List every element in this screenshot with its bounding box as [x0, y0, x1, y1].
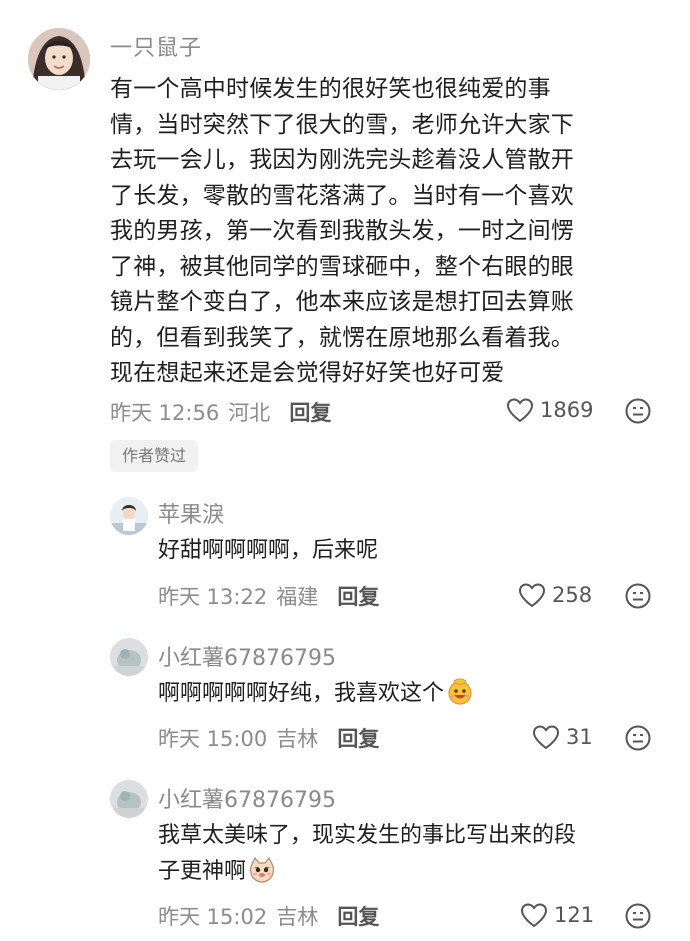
comment-line: 有一个高中时候发生的很好笑也很纯爱的事: [110, 76, 551, 102]
timestamp: 昨天 15:02: [158, 905, 268, 929]
comment-line: 去玩一会儿，我因为刚洗完头趁着没人管散开: [110, 147, 574, 173]
emoji-reaction-icon[interactable]: [624, 724, 652, 752]
location: 福建: [276, 585, 319, 609]
heart-icon: [518, 582, 546, 608]
avatar[interactable]: [28, 28, 90, 90]
reply-button[interactable]: 回复: [289, 401, 331, 425]
author-liked-badge: 作者赞过: [110, 440, 199, 472]
reply-button[interactable]: 回复: [337, 727, 379, 751]
like-count: 258: [552, 583, 593, 607]
reply-line: 啊啊啊啊啊好纯，我喜欢这个: [158, 676, 668, 712]
comment-line: 了长发，零散的雪花落满了。当时有一个喜欢: [110, 182, 574, 209]
reply-meta: 昨天 15:02 吉林 回复: [158, 901, 379, 931]
grinning-face-emoji: [446, 678, 474, 706]
avatar[interactable]: [110, 497, 148, 535]
timestamp: 昨天 12:56: [110, 401, 220, 425]
comment-line: 镜片整个变白了，他本来应该是想打回去算账: [110, 289, 574, 315]
reply-text: 好甜啊啊啊啊，后来呢: [158, 533, 668, 569]
like-button[interactable]: 1869: [506, 397, 593, 423]
reply-text: 我草太美味了，现实发生的事比写出来的段 子更神啊: [158, 818, 668, 890]
like-count: 1869: [540, 398, 594, 422]
reply-line: 好甜啊啊啊啊，后来呢: [158, 538, 379, 563]
heart-icon: [532, 724, 560, 750]
comment-line: 了神，被其他同学的雪球砸中，整个右眼的眼: [110, 253, 574, 280]
heart-icon: [506, 397, 534, 423]
avatar-photo: [110, 638, 148, 676]
comment-line: 我的男孩，第一次看到我散头发，一时之间愣: [110, 218, 574, 244]
reply-button[interactable]: 回复: [337, 585, 379, 609]
avatar-photo: [28, 28, 90, 90]
like-count: 121: [554, 903, 595, 927]
comment-line: 现在想起来还是会觉得好好笑也好可爱: [110, 360, 505, 386]
timestamp: 昨天 15:00: [158, 727, 268, 751]
location: 河北: [228, 401, 271, 425]
username[interactable]: 小红薯67876795: [158, 640, 336, 672]
comment-text: 有一个高中时候发生的很好笑也很纯爱的事 情，当时突然下了很大的雪，老师允许大家下…: [110, 72, 670, 392]
like-button[interactable]: 31: [532, 724, 593, 750]
location: 吉林: [276, 905, 319, 929]
location: 吉林: [276, 727, 319, 751]
avatar[interactable]: [110, 638, 148, 676]
reply-line: 我草太美味了，现实发生的事比写出来的段: [158, 823, 577, 848]
like-button[interactable]: 258: [518, 582, 592, 608]
comment-meta: 昨天 12:56 河北 回复: [110, 397, 331, 427]
username[interactable]: 一只鼠子: [110, 30, 202, 62]
reply-line: 子更神啊: [158, 854, 668, 890]
comment-line: 情，当时突然下了很大的雪，老师允许大家下: [110, 111, 574, 138]
cat-face-emoji: [248, 856, 276, 884]
like-button[interactable]: 121: [520, 902, 594, 928]
comment-line: 的，但看到我笑了，就愣在原地那么看着我。: [110, 324, 574, 351]
avatar[interactable]: [110, 780, 148, 818]
emoji-reaction-icon[interactable]: [624, 902, 652, 930]
reply-button[interactable]: 回复: [337, 905, 379, 929]
reply-meta: 昨天 13:22 福建 回复: [158, 581, 379, 611]
reply-line-text: 啊啊啊啊啊好纯，我喜欢这个: [158, 681, 445, 706]
reply-meta: 昨天 15:00 吉林 回复: [158, 723, 379, 753]
avatar-photo: [110, 780, 148, 818]
username[interactable]: 苹果淚: [158, 497, 224, 529]
emoji-reaction-icon[interactable]: [624, 582, 652, 610]
avatar-photo: [110, 497, 148, 535]
reply-line-text: 子更神啊: [158, 859, 247, 884]
timestamp: 昨天 13:22: [158, 585, 268, 609]
reply-text: 啊啊啊啊啊好纯，我喜欢这个: [158, 676, 668, 712]
heart-icon: [520, 902, 548, 928]
username[interactable]: 小红薯67876795: [158, 782, 336, 814]
emoji-reaction-icon[interactable]: [624, 397, 652, 425]
like-count: 31: [566, 725, 593, 749]
